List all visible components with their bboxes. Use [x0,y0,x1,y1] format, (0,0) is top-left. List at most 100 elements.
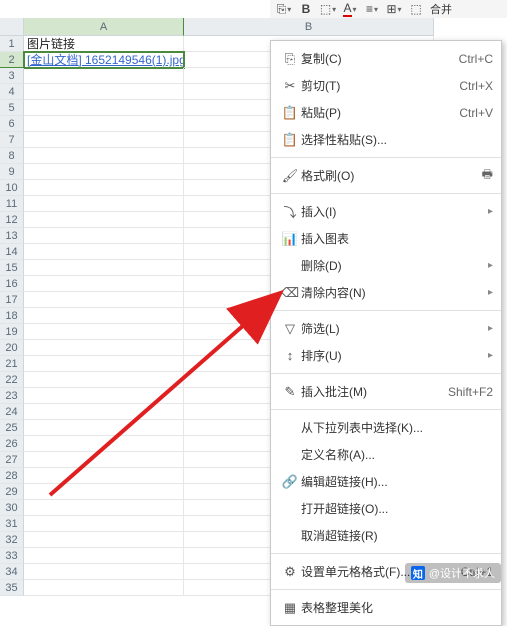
row-header[interactable]: 24 [0,404,24,420]
cell[interactable] [24,100,184,116]
row-header[interactable]: 26 [0,436,24,452]
row-header[interactable]: 1 [0,36,24,52]
cell[interactable] [24,164,184,180]
cell[interactable] [24,468,184,484]
menu-item[interactable]: ⤵插入(I)▸ [271,198,501,225]
row-header[interactable]: 22 [0,372,24,388]
menu-item[interactable]: ✂剪切(T)Ctrl+X [271,72,501,99]
font-color-button[interactable]: A▾ [340,1,360,17]
cell[interactable] [24,244,184,260]
cell[interactable] [24,436,184,452]
menu-item[interactable]: ▽筛选(L)▸ [271,315,501,342]
row-header[interactable]: 20 [0,340,24,356]
fill-color-button[interactable]: ⬚▾ [318,1,338,17]
cell[interactable] [24,356,184,372]
row-header[interactable]: 9 [0,164,24,180]
menu-item[interactable]: ⎘复制(C)Ctrl+C [271,45,501,72]
cell[interactable] [24,276,184,292]
row-header[interactable]: 4 [0,84,24,100]
row-header[interactable]: 5 [0,100,24,116]
row-header[interactable]: 23 [0,388,24,404]
row-header[interactable]: 8 [0,148,24,164]
menu-item[interactable]: 打开超链接(O)... [271,495,501,522]
menu-item[interactable]: 📋粘贴(P)Ctrl+V [271,99,501,126]
menu-item[interactable]: ▦表格整理美化 [271,594,501,621]
row-header[interactable]: 31 [0,516,24,532]
menu-item[interactable]: 取消超链接(R) [271,522,501,549]
cell[interactable] [24,84,184,100]
row-header[interactable]: 15 [0,260,24,276]
cell[interactable] [24,580,184,596]
cell[interactable] [24,308,184,324]
row-header[interactable]: 2 [0,52,24,68]
cell[interactable] [24,388,184,404]
row-header[interactable]: 32 [0,532,24,548]
row-header[interactable]: 27 [0,452,24,468]
menu-item[interactable]: 📋选择性粘贴(S)... [271,126,501,153]
align-button[interactable]: ≡▾ [362,1,382,17]
cell[interactable]: 图片链接 [24,36,184,52]
row-header[interactable]: 33 [0,548,24,564]
merge-button[interactable]: ⬚ [406,1,426,17]
cell[interactable] [24,132,184,148]
cell[interactable] [24,340,184,356]
row-header[interactable]: 19 [0,324,24,340]
cell[interactable] [24,68,184,84]
row-header[interactable]: 16 [0,276,24,292]
row-header[interactable]: 14 [0,244,24,260]
menu-item[interactable]: ↕排序(U)▸ [271,342,501,369]
cell[interactable] [24,196,184,212]
cell[interactable] [24,420,184,436]
cell[interactable] [24,180,184,196]
row-header[interactable]: 11 [0,196,24,212]
cell[interactable] [24,452,184,468]
cell[interactable]: [金山文档] 1652149546(1).jpg [24,52,184,68]
row-header[interactable]: 25 [0,420,24,436]
cell[interactable] [24,116,184,132]
row-header[interactable]: 35 [0,580,24,596]
row-header[interactable]: 10 [0,180,24,196]
menu-item[interactable]: 删除(D)▸ [271,252,501,279]
border-button[interactable]: ⊞▾ [384,1,404,17]
row-header[interactable]: 17 [0,292,24,308]
cell[interactable] [24,484,184,500]
cell[interactable] [24,212,184,228]
menu-item[interactable]: ⌫清除内容(N)▸ [271,279,501,306]
menu-item[interactable]: 🔗编辑超链接(H)... [271,468,501,495]
menu-item[interactable]: 📊插入图表 [271,225,501,252]
watermark-text: @设计不求人 [429,565,495,581]
row-header[interactable]: 7 [0,132,24,148]
row-header[interactable]: 28 [0,468,24,484]
cell[interactable] [24,500,184,516]
cell[interactable] [24,324,184,340]
cell[interactable] [24,228,184,244]
cell[interactable] [24,148,184,164]
cell[interactable] [24,516,184,532]
menu-item-label: 取消超链接(R) [301,527,493,544]
row-header[interactable]: 21 [0,356,24,372]
row-header[interactable]: 6 [0,116,24,132]
cell[interactable] [24,260,184,276]
menu-item[interactable]: 🖌格式刷(O)🖶 [271,162,501,189]
menu-item[interactable]: 定义名称(A)... [271,441,501,468]
wrap-text-button[interactable]: ⎘▾ [274,1,294,17]
cell[interactable] [24,548,184,564]
row-header[interactable]: 34 [0,564,24,580]
row-header[interactable]: 30 [0,500,24,516]
menu-item[interactable]: 从下拉列表中选择(K)... [271,414,501,441]
row-header[interactable]: 18 [0,308,24,324]
row-header[interactable]: 3 [0,68,24,84]
cell[interactable] [24,372,184,388]
column-header-B[interactable]: B [184,18,434,36]
column-header-A[interactable]: A [24,18,184,36]
menu-item[interactable]: ✎插入批注(M)Shift+F2 [271,378,501,405]
select-all-corner[interactable] [0,18,24,36]
row-header[interactable]: 29 [0,484,24,500]
row-header[interactable]: 13 [0,228,24,244]
cell[interactable] [24,292,184,308]
bold-button[interactable]: B [296,1,316,17]
cell[interactable] [24,564,184,580]
row-header[interactable]: 12 [0,212,24,228]
cell[interactable] [24,404,184,420]
cell[interactable] [24,532,184,548]
